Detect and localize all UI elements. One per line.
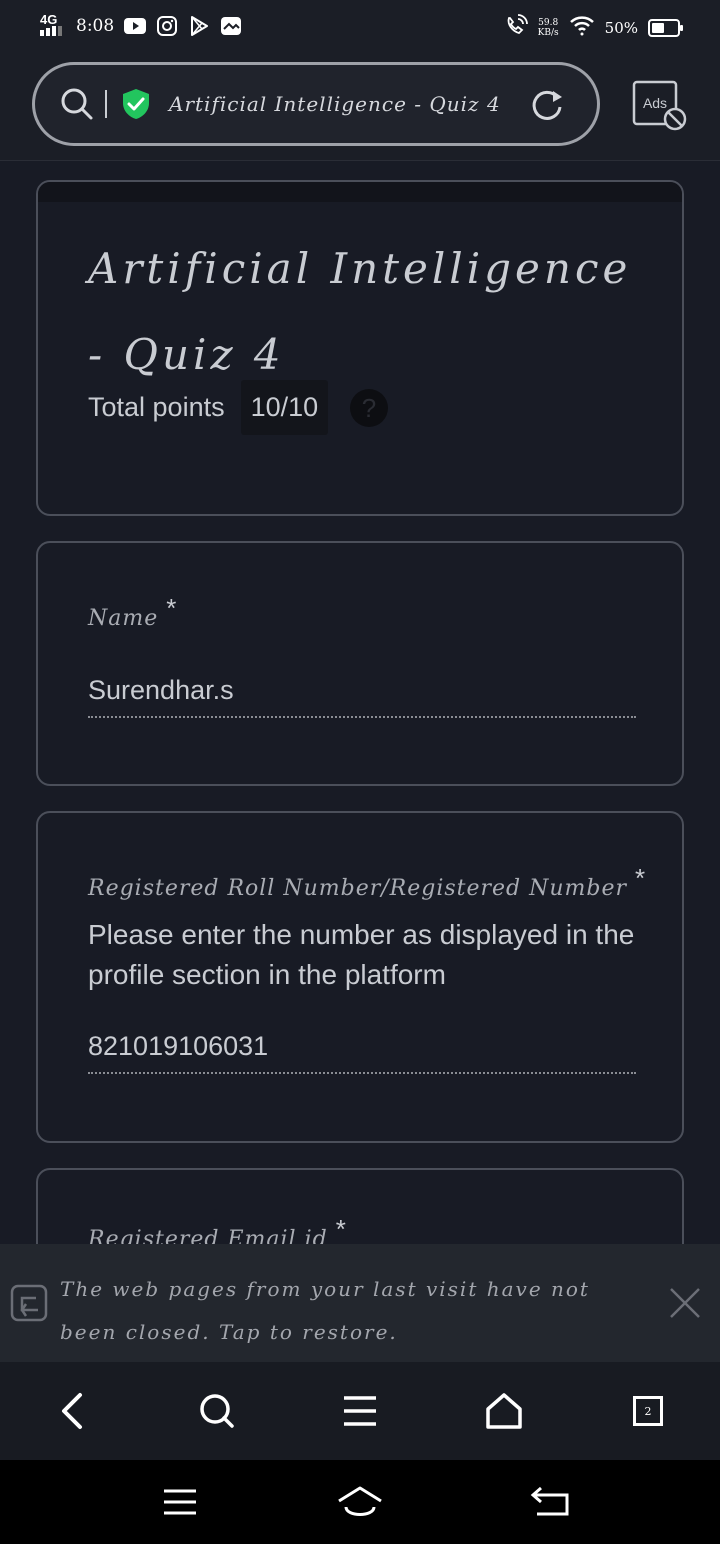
network-indicator: 4G xyxy=(40,12,66,38)
total-points-label: Total points xyxy=(88,392,225,422)
play-store-icon xyxy=(188,15,210,37)
status-right: 59.8 KB/s 50% xyxy=(504,14,683,41)
name-answer: Surendhar.s xyxy=(88,675,636,718)
tabs-button[interactable]: 2 xyxy=(628,1391,668,1431)
youtube-icon xyxy=(124,15,147,37)
question-label: Registered Roll Number/Registered Number… xyxy=(88,863,646,902)
recent-apps-icon[interactable] xyxy=(156,1482,204,1522)
question-label-text: Registered Roll Number/Registered Number xyxy=(88,876,628,901)
search-icon[interactable] xyxy=(57,84,97,124)
restore-message[interactable]: The web pages from your last visit have … xyxy=(60,1268,640,1354)
browser-header: Artificial Intelligence - Quiz 4 Ads xyxy=(0,58,720,161)
instagram-icon xyxy=(156,15,178,37)
clock: 8:08 xyxy=(76,16,115,36)
tab-count: 2 xyxy=(633,1396,663,1426)
question-help-text: Please enter the number as displayed in … xyxy=(88,919,635,990)
menu-icon[interactable] xyxy=(340,1391,380,1431)
required-mark: * xyxy=(335,1214,347,1244)
ads-block-button[interactable]: Ads xyxy=(632,80,688,136)
system-back-icon[interactable] xyxy=(526,1482,574,1522)
system-home-icon[interactable] xyxy=(336,1482,384,1522)
address-divider xyxy=(105,90,107,118)
total-points-row: Total points 10/10 ? xyxy=(88,380,389,435)
question-card-email: Registered Email id * xyxy=(36,1168,684,1244)
status-left: 4G 8:08 xyxy=(40,12,242,38)
home-icon[interactable] xyxy=(484,1391,524,1431)
page-content: Artificial Intelligence - Quiz 4 Total p… xyxy=(0,161,720,1244)
signal-icon xyxy=(40,26,62,36)
network-type: 4G xyxy=(40,12,58,27)
question-label: Name * xyxy=(88,593,177,632)
shield-check-icon[interactable] xyxy=(121,88,151,120)
search-icon[interactable] xyxy=(196,1391,236,1431)
page-title[interactable]: Artificial Intelligence - Quiz 4 xyxy=(169,92,501,116)
wifi-calling-icon xyxy=(504,14,528,41)
required-mark: * xyxy=(635,863,647,893)
roll-number-answer: 821019106031 xyxy=(88,1031,636,1074)
close-icon[interactable] xyxy=(668,1286,702,1320)
form-title: Artificial Intelligence - Quiz 4 xyxy=(88,244,632,379)
question-card-roll-number: Registered Roll Number/Registered Number… xyxy=(36,811,684,1143)
reload-icon[interactable] xyxy=(529,87,565,123)
card-header-strip xyxy=(38,182,682,202)
back-icon[interactable] xyxy=(52,1391,92,1431)
browser-toolbar: 2 xyxy=(0,1362,720,1460)
question-label-text: Registered Email id xyxy=(88,1227,328,1244)
help-symbol: ? xyxy=(362,393,376,423)
total-points-value: 10/10 xyxy=(240,380,329,435)
restore-icon xyxy=(10,1284,48,1322)
question-card-name: Name * Surendhar.s xyxy=(36,541,684,786)
battery-fill xyxy=(652,22,664,33)
question-label: Registered Email id * xyxy=(88,1214,347,1244)
speed-unit: KB/s xyxy=(537,27,559,38)
ads-label: Ads xyxy=(643,95,667,111)
wifi-icon xyxy=(569,14,595,41)
form-title-card: Artificial Intelligence - Quiz 4 Total p… xyxy=(36,180,684,516)
status-bar: 4G 8:08 59.8 KB/s 50% xyxy=(0,0,720,58)
battery-percent: 50% xyxy=(604,18,638,37)
speed-value: 59.8 xyxy=(538,17,559,28)
address-bar[interactable]: Artificial Intelligence - Quiz 4 xyxy=(32,62,600,146)
restore-banner[interactable]: The web pages from your last visit have … xyxy=(0,1244,720,1362)
network-speed: 59.8 KB/s xyxy=(538,18,559,38)
question-label-text: Name xyxy=(88,606,159,631)
battery-icon xyxy=(648,18,683,37)
ads-block-icon: Ads xyxy=(632,80,687,131)
system-navigation-bar xyxy=(0,1460,720,1544)
gallery-icon xyxy=(220,15,242,37)
required-mark: * xyxy=(166,593,178,623)
help-icon[interactable]: ? xyxy=(350,388,389,427)
